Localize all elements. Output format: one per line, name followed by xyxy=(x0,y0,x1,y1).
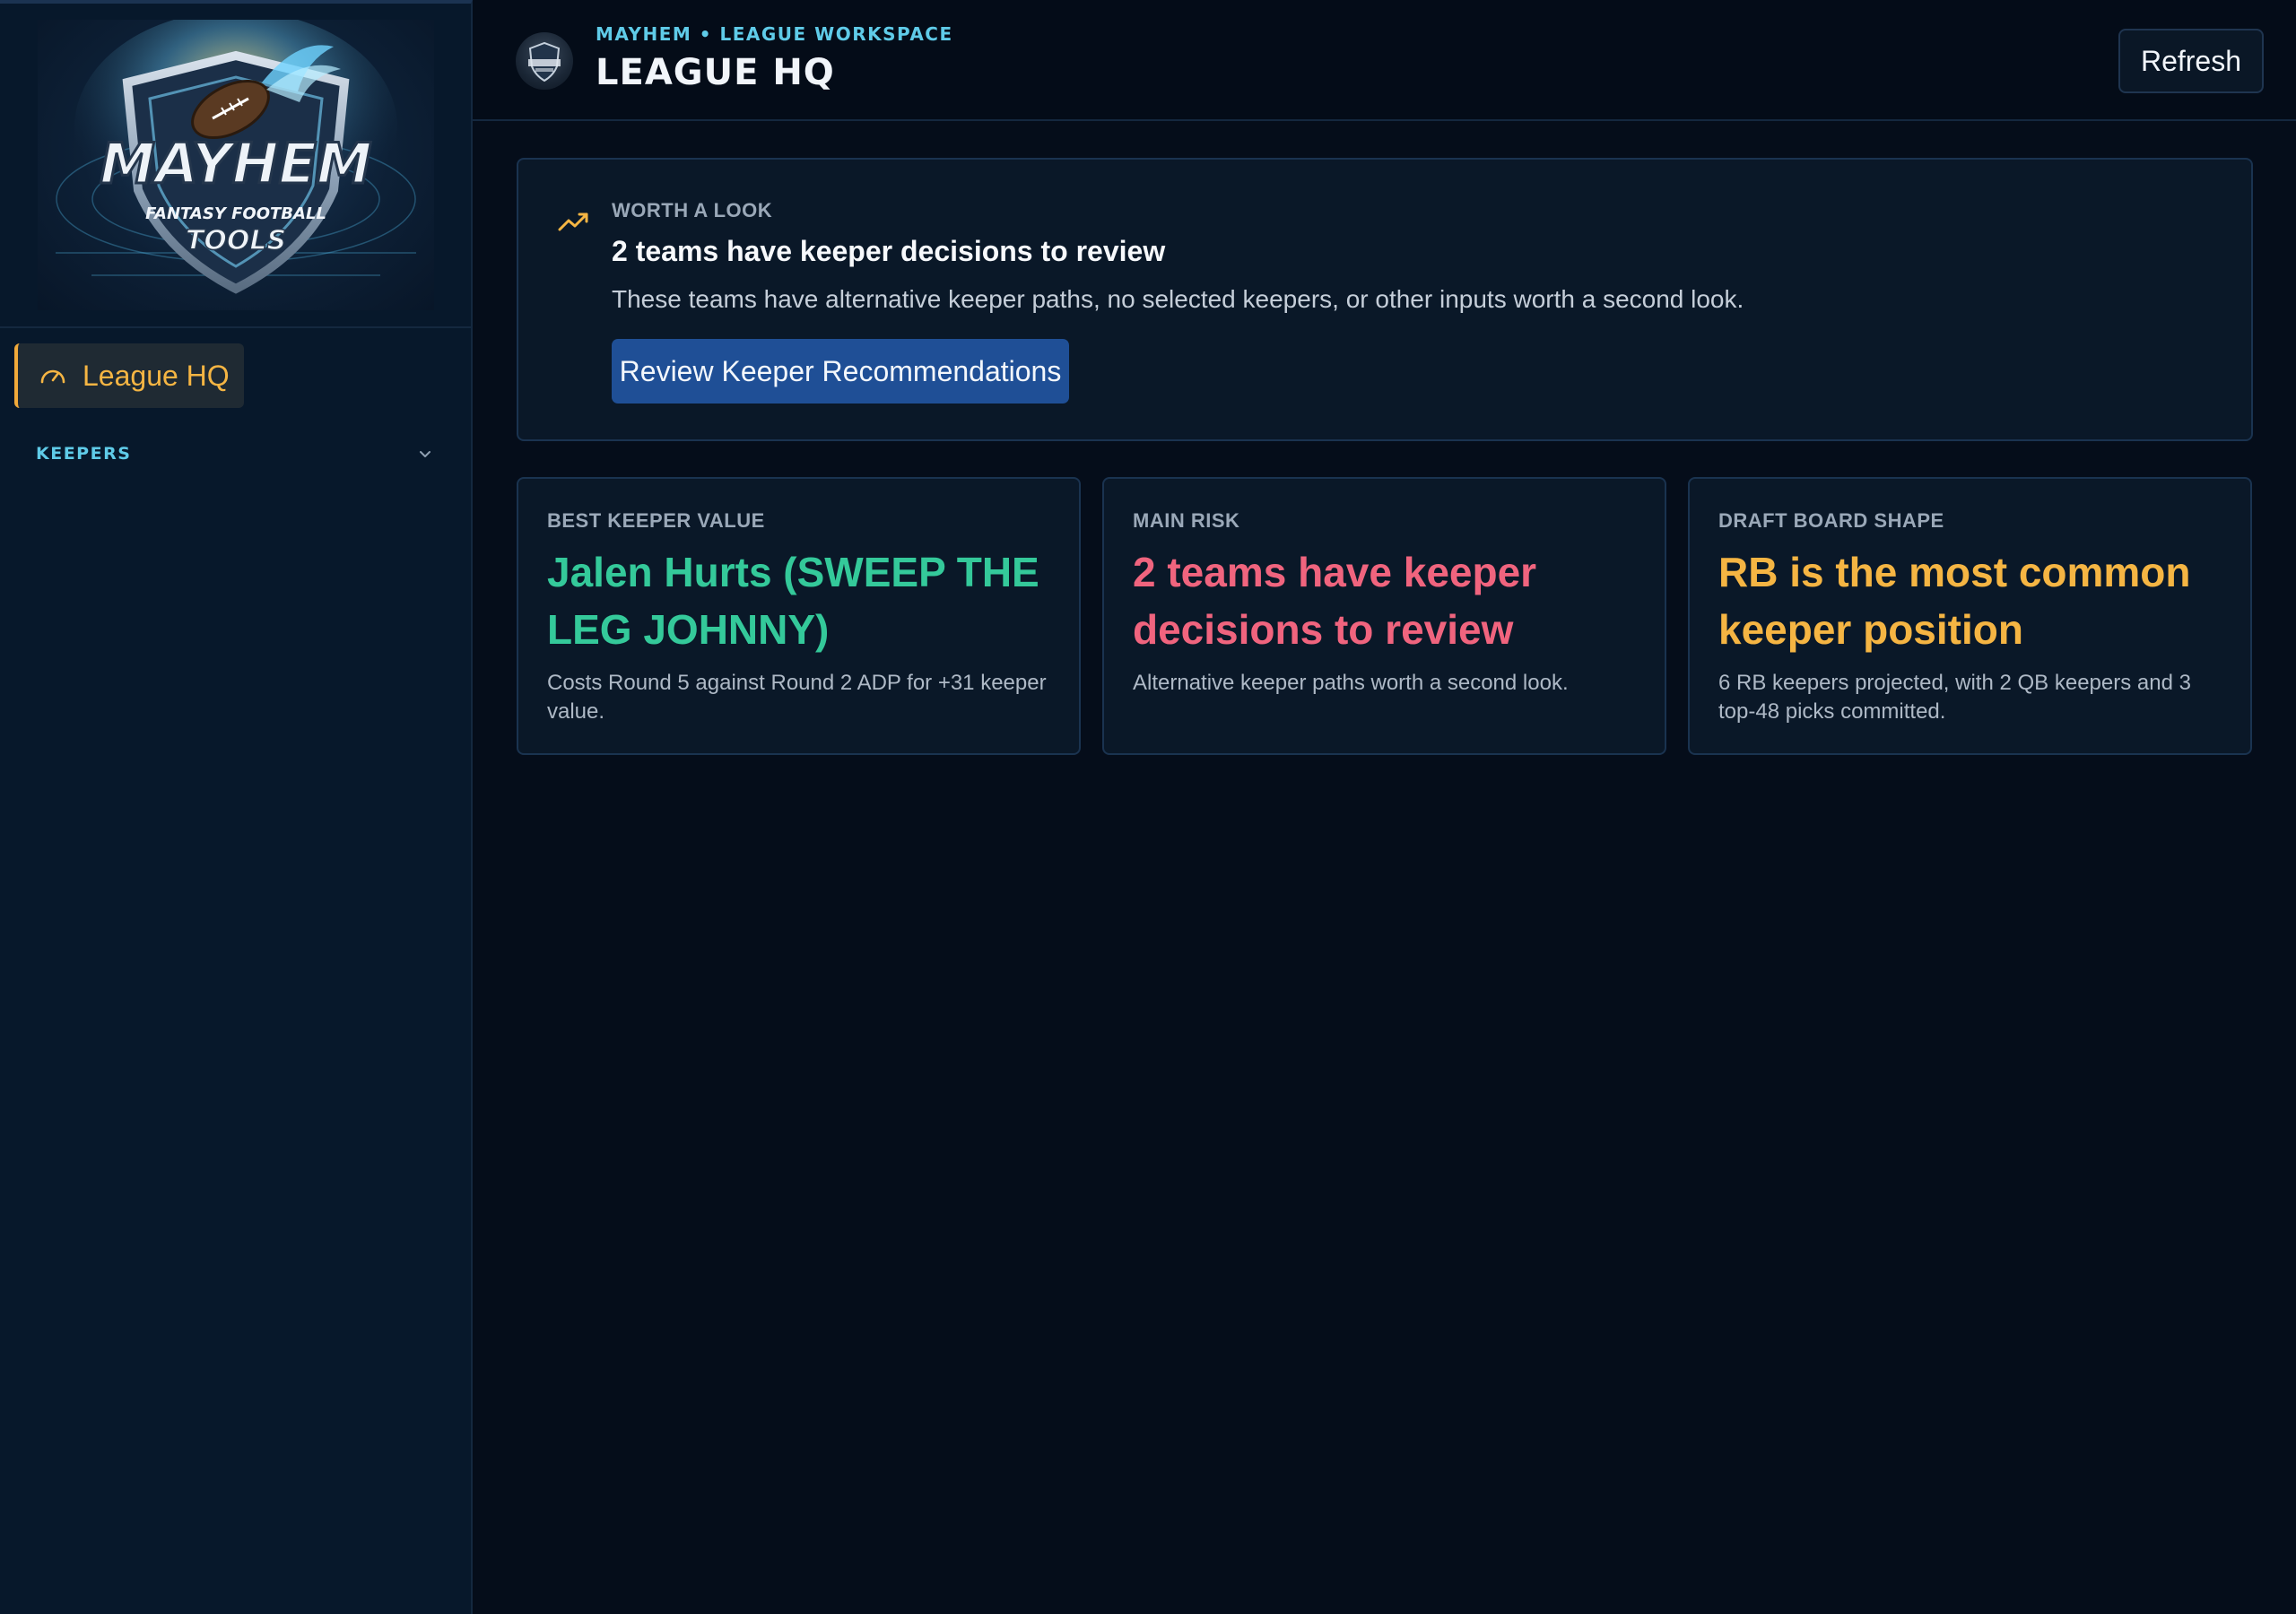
metric-kicker: DRAFT BOARD SHAPE xyxy=(1718,509,1944,532)
alert-title: 2 teams have keeper decisions to review xyxy=(612,235,1166,267)
alert-description: These teams have alternative keeper path… xyxy=(612,285,1744,313)
refresh-button[interactable]: Refresh xyxy=(2118,29,2264,93)
sidebar-logo-area: MAYHEM FANTASY FOOTBALL TOOLS xyxy=(0,4,471,328)
chevron-down-icon xyxy=(420,451,430,457)
metric-subtext: 6 RB keepers projected, with 2 QB keeper… xyxy=(1718,671,2191,724)
page-title: LEAGUE HQ xyxy=(596,52,835,93)
sidebar: MAYHEM FANTASY FOOTBALL TOOLS League HQ … xyxy=(0,0,473,1614)
sidebar-section-label: KEEPERS xyxy=(36,444,132,464)
keeper-alert-card: WORTH A LOOK 2 teams have keeper decisio… xyxy=(517,158,2253,441)
logo-shield-graphic: MAYHEM FANTASY FOOTBALL TOOLS xyxy=(55,20,416,294)
alert-kicker: WORTH A LOOK xyxy=(612,199,773,221)
logo-text-tag: TOOLS xyxy=(185,225,285,256)
metric-headline: Jalen Hurts (SWEEP THE LEG JOHNNY) xyxy=(547,549,1039,653)
sidebar-item-league-hq[interactable]: League HQ xyxy=(14,343,244,408)
metric-kicker: BEST KEEPER VALUE xyxy=(547,509,765,532)
sidebar-section-keepers[interactable]: KEEPERS xyxy=(14,438,457,469)
metric-card-main-risk: MAIN RISK 2 teams have keeper decisions … xyxy=(1102,477,1666,755)
trending-up-icon xyxy=(558,213,588,231)
sidebar-nav: League HQ KEEPERS xyxy=(0,328,471,469)
header-logo-graphic xyxy=(528,41,561,82)
metric-card-draft-board-shape: DRAFT BOARD SHAPE RB is the most common … xyxy=(1688,477,2252,755)
review-keeper-recommendations-button[interactable]: Review Keeper Recommendations xyxy=(612,339,1069,404)
top-header: MAYHEM • LEAGUE WORKSPACE LEAGUE HQ Refr… xyxy=(473,0,2296,121)
header-logo[interactable] xyxy=(516,32,573,90)
logo-text-main: MAYHEM xyxy=(100,131,371,196)
metric-kicker: MAIN RISK xyxy=(1133,509,1240,532)
metric-subtext: Costs Round 5 against Round 2 ADP for +3… xyxy=(547,671,1047,724)
app-logo[interactable]: MAYHEM FANTASY FOOTBALL TOOLS xyxy=(37,20,434,310)
sidebar-item-label: League HQ xyxy=(83,359,230,392)
logo-text-sub: FANTASY FOOTBALL xyxy=(145,204,326,223)
app-root: MAYHEM FANTASY FOOTBALL TOOLS League HQ … xyxy=(0,0,2296,1614)
header-kicker: MAYHEM • LEAGUE WORKSPACE xyxy=(596,23,953,45)
gauge-icon xyxy=(40,369,65,384)
metric-headline: 2 teams have keeper decisions to review xyxy=(1133,549,1537,653)
metric-subtext: Alternative keeper paths worth a second … xyxy=(1133,671,1569,695)
metric-headline: RB is the most common keeper position xyxy=(1718,549,2191,653)
metric-card-best-keeper-value: BEST KEEPER VALUE Jalen Hurts (SWEEP THE… xyxy=(517,477,1081,755)
